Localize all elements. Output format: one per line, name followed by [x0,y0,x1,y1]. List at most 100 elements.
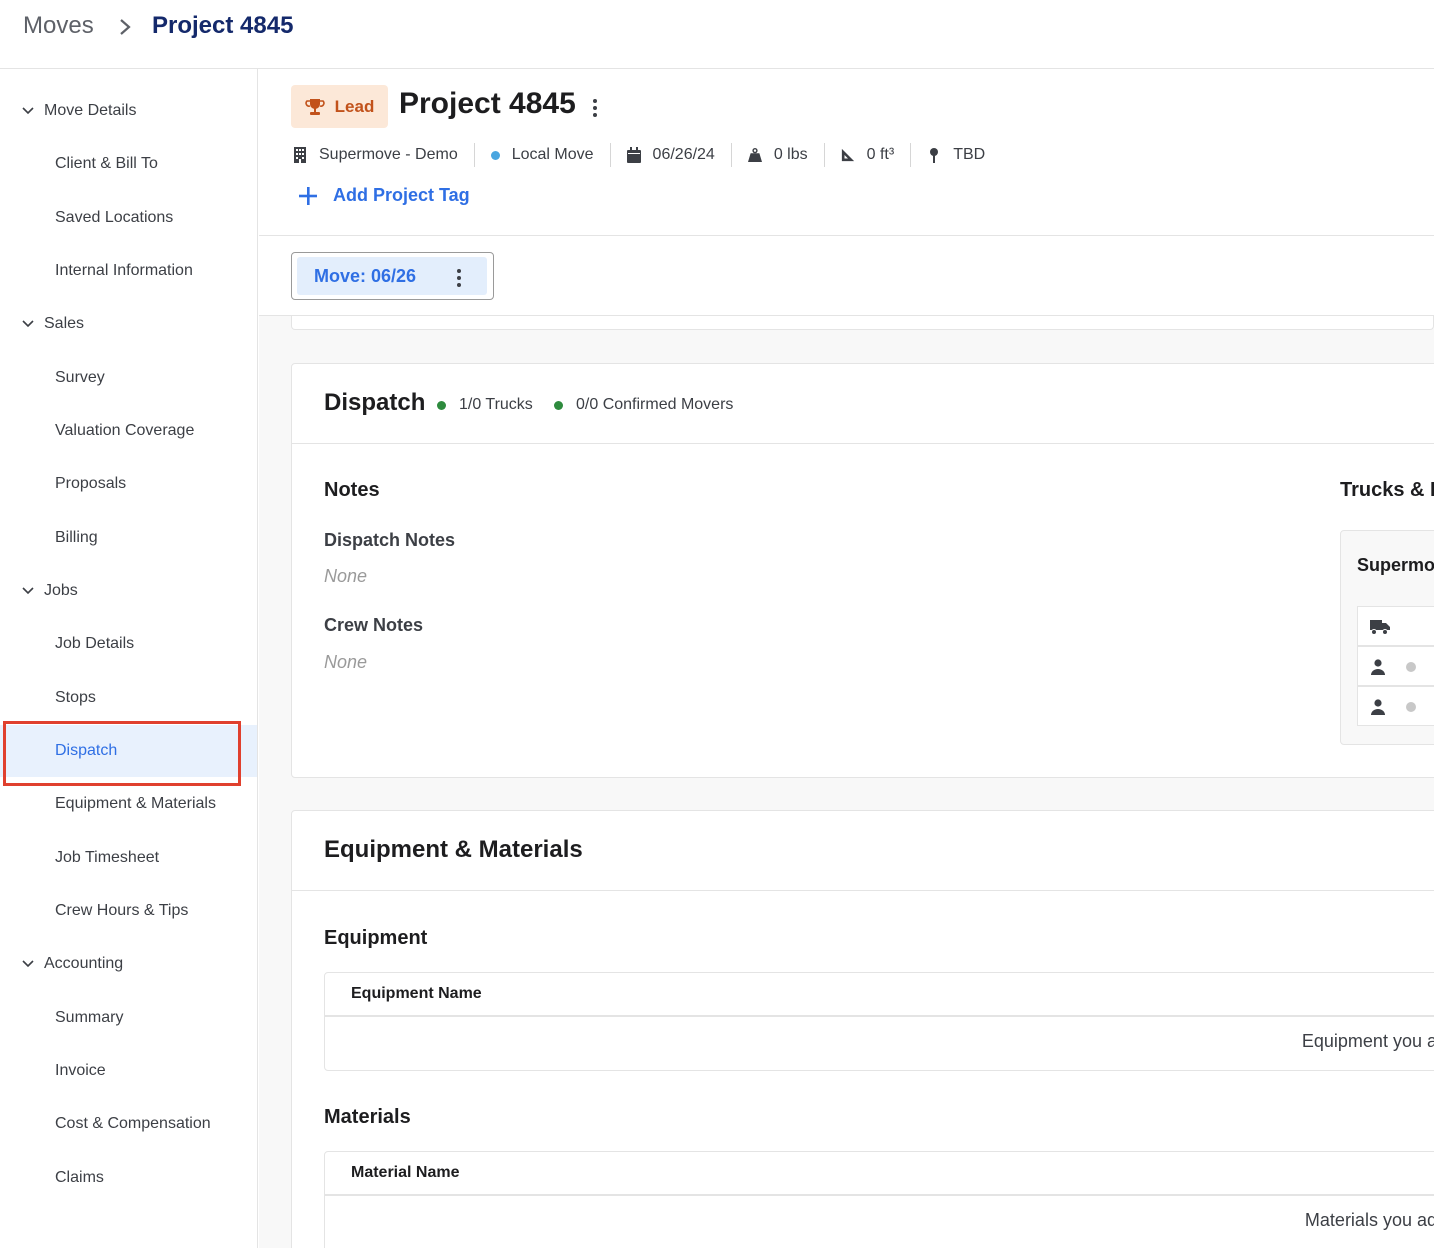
main-content: Lead Project 4845 Supermove - Demo Local… [259,69,1434,1248]
chevron-down-icon [22,107,34,115]
meta-weight-text: 0 lbs [773,146,808,163]
project-title: Project 4845 [399,87,576,120]
meta-location: TBD [927,146,985,164]
dispatch-notes-value: None [324,566,368,586]
materials-table-header: Material Name [325,1152,1434,1196]
status-badge: Lead [291,85,388,128]
calendar-icon [626,147,641,163]
movers-status-dot [554,400,563,410]
sidebar-item-equipment-materials[interactable]: Equipment & Materials [55,792,216,816]
ruler-triangle-icon [841,148,854,162]
equipment-table: Equipment Name Equipment you ad [324,972,1434,1071]
meta-volume-text: 0 ft³ [866,146,895,163]
company-name: Supermo [1357,555,1434,575]
meta-divider [473,143,475,167]
status-badge-label: Lead [334,96,375,116]
equipment-name-column: Equipment Name [351,985,482,1002]
equipment-materials-card: Equipment & Materials Equipment Equipmen… [291,810,1434,1248]
sidebar-group-label: Move Details [44,102,137,119]
equipment-table-header: Equipment Name [325,973,1434,1017]
equipment-section-title: Equipment [324,927,428,949]
sidebar-item-billing[interactable]: Billing [55,526,98,550]
truck-icon [1370,620,1390,635]
tab-move-0626[interactable]: Move: 06/26 [297,257,487,295]
crew-notes-value: None [324,652,368,672]
breadcrumb-current: Project 4845 [152,12,294,39]
movers-stat-text: 0/0 Confirmed Movers [576,396,734,413]
sidebar-item-invoice[interactable]: Invoice [55,1059,106,1083]
project-more-icon[interactable] [593,99,597,117]
sidebar-item-internal-information[interactable]: Internal Information [55,259,193,283]
materials-table: Material Name Materials you add [324,1151,1434,1248]
breadcrumb-moves[interactable]: Moves [23,12,94,40]
tab-more-icon[interactable] [457,269,461,287]
truck-row[interactable] [1357,606,1434,646]
meta-divider [730,143,732,167]
sidebar-item-saved-locations[interactable]: Saved Locations [55,206,173,230]
map-pin-icon [930,148,939,163]
add-project-tag-button[interactable]: Add Project Tag [299,185,470,206]
sidebar-item-cost-compensation[interactable]: Cost & Compensation [55,1112,211,1136]
sidebar-item-crew-hours-tips[interactable]: Crew Hours & Tips [55,899,188,923]
dispatch-card: Dispatch 1/0 Trucks 0/0 Confirmed Movers… [291,363,1434,778]
dispatch-notes-label: Dispatch Notes [324,530,456,550]
trucks-company-box: Supermo [1340,530,1434,745]
project-meta: Supermove - Demo Local Move 06/26/24 0 l… [293,143,985,167]
plus-icon [299,186,317,205]
sidebar-item-summary[interactable]: Summary [55,1006,123,1030]
movers-stat: 0/0 Confirmed Movers [554,396,733,414]
sidebar-group-move-details[interactable]: Move Details [22,99,136,123]
sidebar-item-job-timesheet[interactable]: Job Timesheet [55,846,159,870]
meta-divider [823,143,825,167]
weight-icon [747,147,762,162]
sidebar-item-stops[interactable]: Stops [55,686,96,710]
sidebar-group-label: Accounting [44,955,124,972]
meta-volume: 0 ft³ [841,146,895,164]
materials-empty-text: Materials you add [1304,1210,1434,1230]
move-tabs: Move: 06/26 [259,236,1434,316]
mover-row[interactable] [1357,686,1434,726]
sidebar-group-sales[interactable]: Sales [22,312,84,336]
sidebar-group-label: Jobs [44,582,78,599]
meta-organization-text: Supermove - Demo [319,146,458,163]
dispatch-card-header: Dispatch 1/0 Trucks 0/0 Confirmed Movers [292,364,1434,444]
sidebar-group-jobs[interactable]: Jobs [22,579,78,603]
mover-row[interactable] [1357,646,1434,686]
trucks-movers-title: Trucks & I [1340,479,1434,501]
trucks-status-dot [437,400,446,410]
crew-notes-label: Crew Notes [324,615,424,635]
building-icon [294,147,306,163]
equipment-empty-text: Equipment you ad [1301,1031,1434,1051]
sidebar-item-job-details[interactable]: Job Details [55,632,134,656]
trophy-icon [304,98,325,115]
user-icon [1371,659,1385,675]
sidebar-group-label: Sales [44,315,85,332]
mover-status-dot [1406,702,1416,712]
move-type-dot [490,150,500,160]
active-item-highlight [3,721,241,786]
add-project-tag-label: Add Project Tag [333,185,470,205]
tab-content-edge [291,316,1434,330]
project-header: Lead Project 4845 Supermove - Demo Local… [259,69,1434,236]
trucks-stat: 1/0 Trucks [437,396,533,414]
tab-move-label: Move: 06/26 [314,265,417,286]
sidebar-item-valuation-coverage[interactable]: Valuation Coverage [55,419,194,443]
top-bar: Moves Project 4845 [0,0,1434,69]
equipment-card-header: Equipment & Materials [292,811,1434,891]
sidebar: Move Details Client & Bill To Saved Loca… [0,69,258,1248]
sidebar-item-proposals[interactable]: Proposals [55,472,126,496]
chevron-down-icon [22,960,34,968]
sidebar-item-client-bill-to[interactable]: Client & Bill To [55,152,158,176]
materials-section-title: Materials [324,1106,411,1128]
dispatch-title: Dispatch [324,389,426,416]
chevron-down-icon [22,320,34,328]
sidebar-item-claims[interactable]: Claims [55,1166,104,1190]
meta-move-type: Local Move [490,146,594,164]
mover-status-dot [1406,662,1416,672]
sidebar-item-survey[interactable]: Survey [55,366,105,390]
material-name-column: Material Name [351,1164,460,1181]
notes-title: Notes [324,479,380,501]
equipment-materials-title: Equipment & Materials [324,836,583,863]
sidebar-group-accounting[interactable]: Accounting [22,952,123,976]
move-tab-container: Move: 06/26 [291,252,494,300]
